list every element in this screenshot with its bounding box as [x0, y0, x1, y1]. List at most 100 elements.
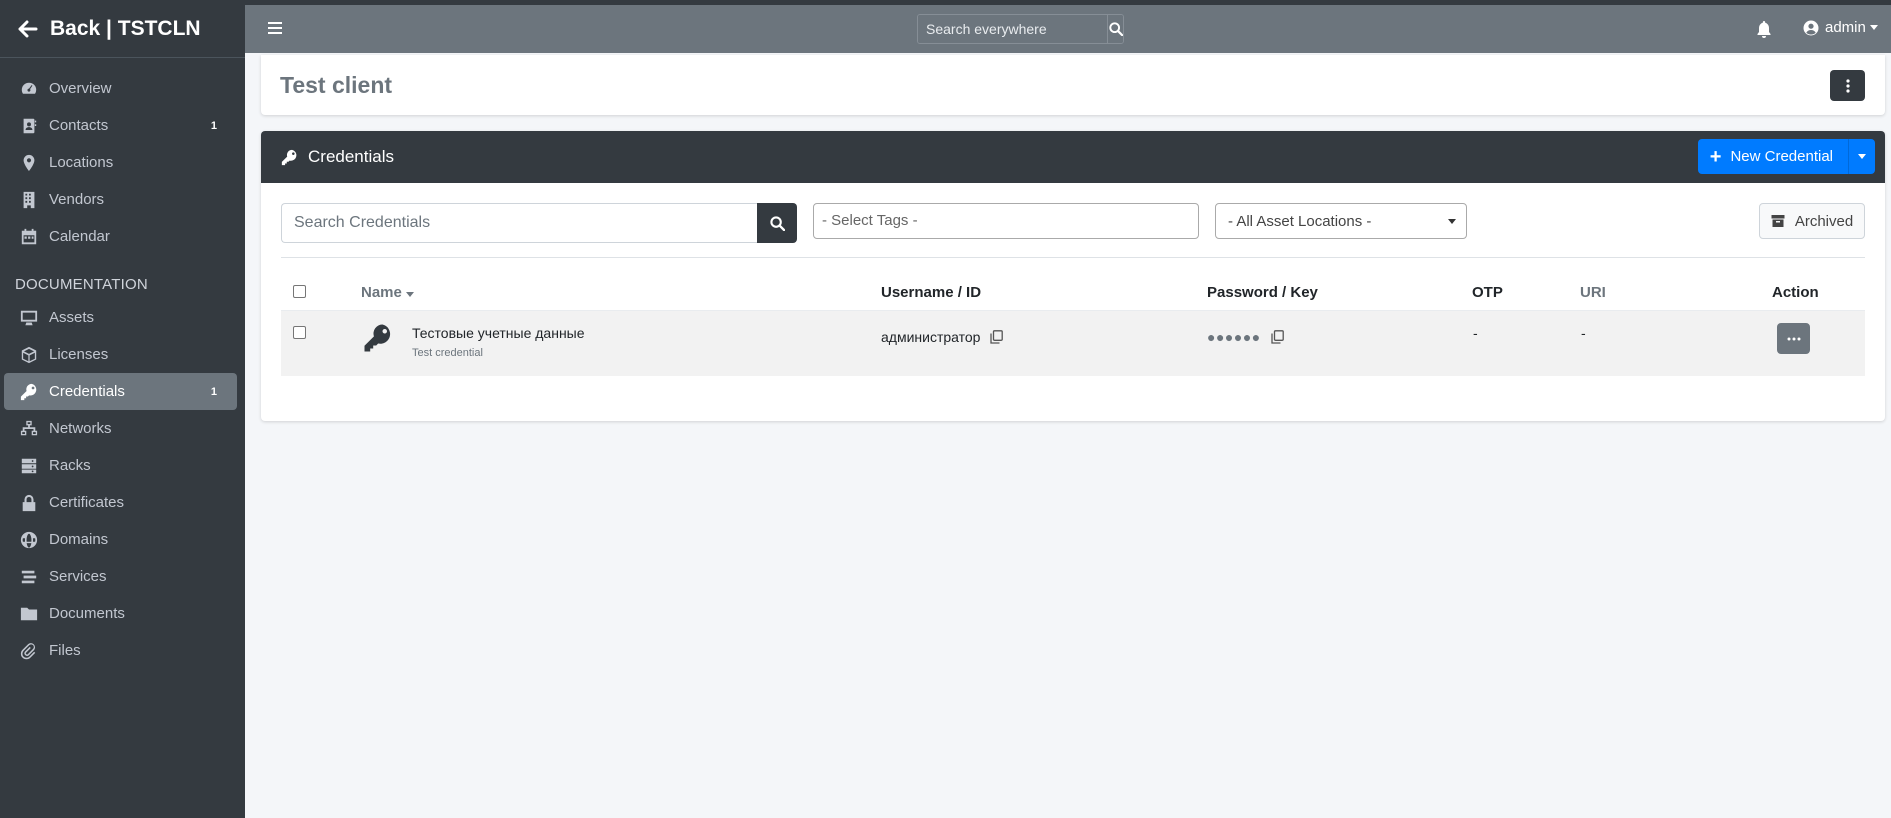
- address-book-icon: [19, 116, 39, 136]
- sidebar-item-racks[interactable]: Racks: [4, 447, 237, 484]
- lock-icon: [19, 493, 39, 513]
- sidebar-item-credentials[interactable]: Credentials 1: [4, 373, 237, 410]
- caret-down-icon: [1448, 219, 1456, 224]
- section-header-documentation: DOCUMENTATION: [15, 276, 148, 293]
- user-circle-icon: [1803, 20, 1819, 35]
- sidebar-item-domains[interactable]: Domains: [4, 521, 237, 558]
- locations-select[interactable]: - All Asset Locations -: [1215, 203, 1467, 239]
- sidebar-item-contacts[interactable]: Contacts 1: [4, 107, 237, 144]
- caret-down-icon: [1858, 154, 1866, 159]
- global-search-button[interactable]: [1107, 15, 1123, 43]
- sidebar-item-label: Calendar: [49, 228, 110, 245]
- column-name-sort[interactable]: Name: [361, 284, 414, 301]
- sidebar-item-overview[interactable]: Overview: [4, 70, 237, 107]
- credentials-card-header: Credentials + New Credential: [261, 131, 1885, 183]
- new-credential-label: New Credential: [1730, 148, 1833, 165]
- global-search: [917, 14, 1124, 44]
- sidebar-item-vendors[interactable]: Vendors: [4, 181, 237, 218]
- archive-icon: [1771, 215, 1785, 227]
- credential-description: Test credential: [412, 347, 483, 359]
- sidebar-item-networks[interactable]: Networks: [4, 410, 237, 447]
- back-label: Back | TSTCLN: [50, 16, 201, 40]
- key-icon: [364, 324, 391, 352]
- sidebar-item-assets[interactable]: Assets: [4, 299, 237, 336]
- username-value: администратор: [881, 329, 981, 345]
- column-username: Username / ID: [881, 284, 982, 301]
- calendar-icon: [19, 227, 39, 247]
- copy-icon[interactable]: [990, 330, 1004, 344]
- cube-icon: [19, 345, 39, 365]
- archived-label: Archived: [1794, 212, 1854, 230]
- sidebar-item-services[interactable]: Services: [4, 558, 237, 595]
- row-action-button[interactable]: [1777, 323, 1810, 354]
- user-name: admin: [1825, 19, 1866, 36]
- sidebar-item-label: Vendors: [49, 191, 105, 208]
- column-password: Password / Key: [1207, 284, 1318, 301]
- credential-name: Тестовые учетные данные: [412, 325, 585, 341]
- card-title: Credentials: [308, 147, 394, 166]
- stream-icon: [19, 567, 39, 587]
- sidebar-item-locations[interactable]: Locations: [4, 144, 237, 181]
- sidebar-item-label: Locations: [49, 154, 114, 171]
- sidebar-item-label: Documents: [49, 605, 125, 622]
- row-checkbox[interactable]: [293, 326, 306, 339]
- gauge-icon: [19, 79, 39, 99]
- sidebar-item-documents[interactable]: Documents: [4, 595, 237, 632]
- new-credential-button[interactable]: + New Credential: [1697, 139, 1848, 174]
- sort-desc-icon: [405, 291, 414, 297]
- desktop-icon: [19, 308, 39, 328]
- topbar: admin: [245, 5, 1891, 53]
- client-header-card: Test client: [261, 55, 1885, 115]
- column-uri[interactable]: URI: [1580, 284, 1606, 301]
- global-search-input[interactable]: [918, 15, 1107, 43]
- network-icon: [19, 419, 39, 439]
- credential-name-link[interactable]: Тестовые учетные данные Test credential: [412, 325, 585, 359]
- sidebar-item-label: Files: [49, 642, 81, 659]
- sidebar-item-label: Contacts: [49, 117, 109, 134]
- sidebar-item-certificates[interactable]: Certificates: [4, 484, 237, 521]
- key-icon: [19, 382, 39, 402]
- filters-row: - Select Tags - - All Asset Locations - …: [281, 203, 1865, 243]
- sidebar: Back | TSTCLN Overview Contacts 1 Locati…: [0, 0, 245, 818]
- key-icon: [281, 149, 297, 165]
- archived-button[interactable]: Archived: [1759, 203, 1865, 239]
- ellipsis-horizontal-icon: [1787, 337, 1800, 340]
- credentials-card: Credentials + New Credential - Select Ta…: [261, 131, 1885, 421]
- user-menu[interactable]: admin: [1803, 19, 1878, 36]
- sidebar-item-label: Credentials: [49, 383, 125, 400]
- sidebar-item-calendar[interactable]: Calendar: [4, 218, 237, 255]
- locations-select-value: - All Asset Locations -: [1228, 213, 1372, 230]
- uri-value: -: [1581, 325, 1586, 341]
- server-icon: [19, 456, 39, 476]
- client-options-button[interactable]: [1830, 70, 1865, 101]
- globe-icon: [19, 530, 39, 550]
- sidebar-item-label: Networks: [49, 420, 112, 437]
- folder-icon: [19, 604, 39, 624]
- tags-select[interactable]: - Select Tags -: [813, 203, 1199, 239]
- back-link[interactable]: Back | TSTCLN: [0, 0, 245, 58]
- copy-icon[interactable]: [1271, 330, 1284, 344]
- hamburger-menu-icon[interactable]: [267, 20, 283, 36]
- divider: [281, 257, 1865, 258]
- sidebar-item-files[interactable]: Files: [4, 632, 237, 669]
- table-header: Name Username / ID Password / Key OTP UR…: [281, 271, 1865, 311]
- plus-icon: +: [1709, 145, 1722, 168]
- credential-search-input[interactable]: [281, 203, 757, 243]
- ellipsis-vertical-icon: [1845, 78, 1850, 93]
- search-icon: [1108, 22, 1123, 36]
- search-icon: [769, 215, 785, 231]
- column-otp: OTP: [1472, 284, 1503, 301]
- bell-icon[interactable]: [1756, 20, 1772, 38]
- sidebar-item-label: Racks: [49, 457, 91, 474]
- sidebar-item-label: Overview: [49, 80, 112, 97]
- sidebar-item-licenses[interactable]: Licenses: [4, 336, 237, 373]
- username-cell: администратор: [881, 329, 1004, 345]
- select-all-checkbox[interactable]: [293, 285, 306, 298]
- count-badge: 1: [210, 385, 217, 398]
- sidebar-item-label: Services: [49, 568, 107, 585]
- sidebar-item-label: Certificates: [49, 494, 125, 511]
- new-credential-dropdown-toggle[interactable]: [1848, 139, 1875, 174]
- credential-search-button[interactable]: [757, 203, 797, 243]
- column-name-label: Name: [361, 284, 402, 301]
- password-mask[interactable]: ●●●●●●: [1207, 329, 1261, 345]
